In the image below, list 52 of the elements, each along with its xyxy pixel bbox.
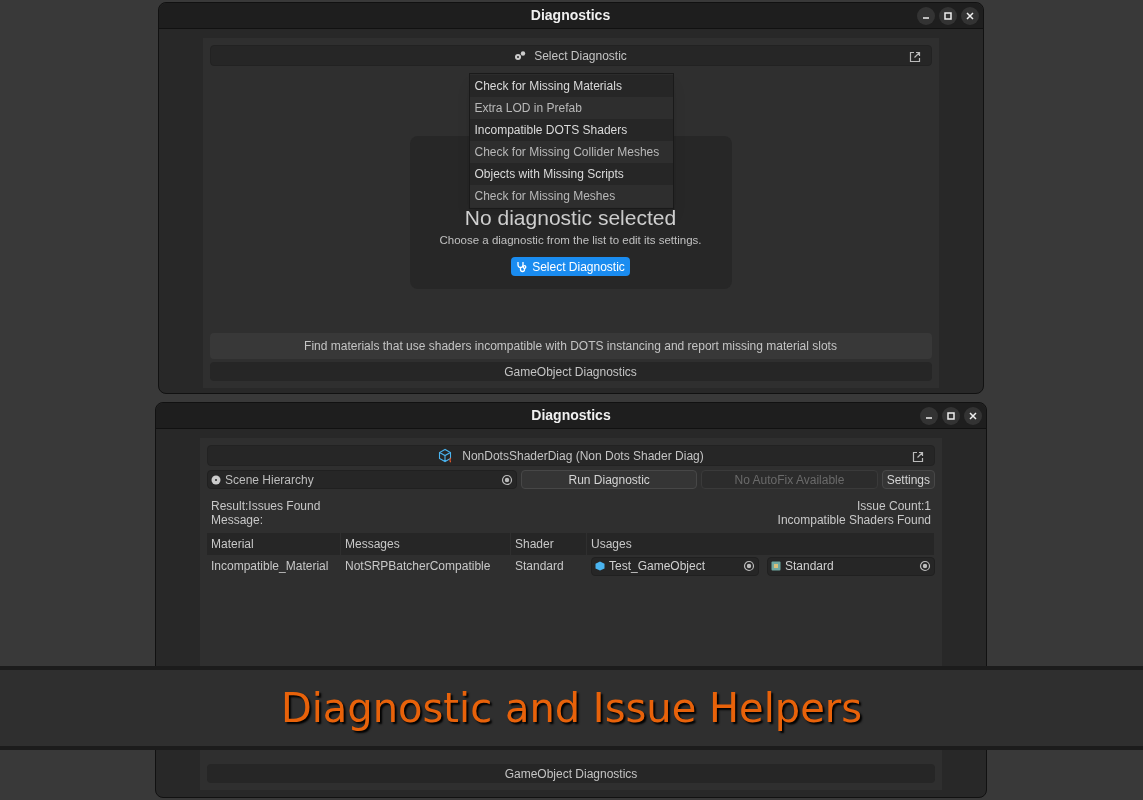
dropdown-item[interactable]: Objects with Missing Scripts: [469, 163, 673, 185]
maximize-icon: [942, 11, 953, 21]
column-header: Material: [207, 533, 341, 555]
table-cell-text: NotSRPBatcherCompatible: [344, 558, 492, 575]
window-title: Diagnostics: [530, 6, 611, 25]
issue-count: Issue Count:1: [856, 499, 931, 513]
object-field[interactable]: Standard: [767, 556, 935, 576]
table-cell-text: Incompatible_Material: [210, 558, 330, 575]
toolbar-button[interactable]: Settings: [881, 470, 935, 489]
close-icon: [968, 411, 978, 421]
close-icon: [964, 11, 975, 21]
diagnostic-header[interactable]: NonDotsShaderDiag (Non Dots Shader Diag): [207, 445, 935, 466]
maximize-button[interactable]: [938, 7, 957, 25]
footer-label: GameObject Diagnostics: [504, 765, 638, 783]
close-button[interactable]: [964, 407, 982, 425]
external-link-icon[interactable]: [908, 51, 921, 63]
table-cell-text: Standard: [514, 558, 565, 575]
external-link-icon[interactable]: [912, 451, 924, 463]
target-icon[interactable]: [743, 560, 755, 572]
dropdown-item[interactable]: Check for Missing Collider Meshes: [469, 141, 673, 163]
header-label: Select Diagnostic: [534, 47, 627, 65]
description-text: Find materials that use shaders incompatible with DOTS instancing and report missing material slots: [304, 338, 837, 355]
column-header: Messages: [341, 533, 511, 555]
close-button[interactable]: [960, 7, 979, 25]
maximize-icon: [946, 411, 956, 421]
banner-title: Diagnostic and Issue Helpers: [280, 684, 863, 733]
toolbar-button[interactable]: Run Diagnostic: [521, 470, 698, 489]
dropdown-item[interactable]: Extra LOD in Prefab: [469, 97, 673, 119]
target-icon[interactable]: [501, 473, 513, 486]
stethoscope-icon: [516, 260, 529, 273]
column-header: Usages: [587, 533, 935, 555]
header-label: NonDotsShaderDiag (Non Dots Shader Diag): [462, 447, 704, 465]
shader-icon: [771, 561, 781, 571]
scope-field[interactable]: Scene Hierarchy: [207, 470, 517, 489]
maximize-button[interactable]: [942, 407, 960, 425]
message-label: Message:: [211, 513, 265, 527]
dropdown-item[interactable]: Incompatible DOTS Shaders: [469, 119, 673, 141]
object-field[interactable]: Test_GameObject: [591, 556, 759, 576]
empty-text: Choose a diagnostic from the list to edit its settings.: [439, 233, 702, 248]
dropdown-item[interactable]: Check for Missing Meshes: [469, 185, 673, 207]
diagnostic-header[interactable]: Select Diagnostic: [209, 45, 932, 66]
cube-icon: [595, 561, 605, 571]
target-icon[interactable]: [919, 560, 931, 572]
minimize-button[interactable]: [920, 407, 938, 425]
window-title: Diagnostics: [531, 406, 611, 425]
minimize-button[interactable]: [916, 7, 935, 25]
column-header: Shader: [511, 533, 587, 555]
result-text: Result:Issues Found: [211, 499, 321, 513]
issue-message: Incompatible Shaders Found: [777, 513, 931, 527]
dropdown-item[interactable]: Check for Missing Materials: [469, 75, 673, 97]
empty-title: No diagnostic selected: [464, 206, 677, 230]
footer-label: GameObject Diagnostics: [504, 363, 637, 381]
